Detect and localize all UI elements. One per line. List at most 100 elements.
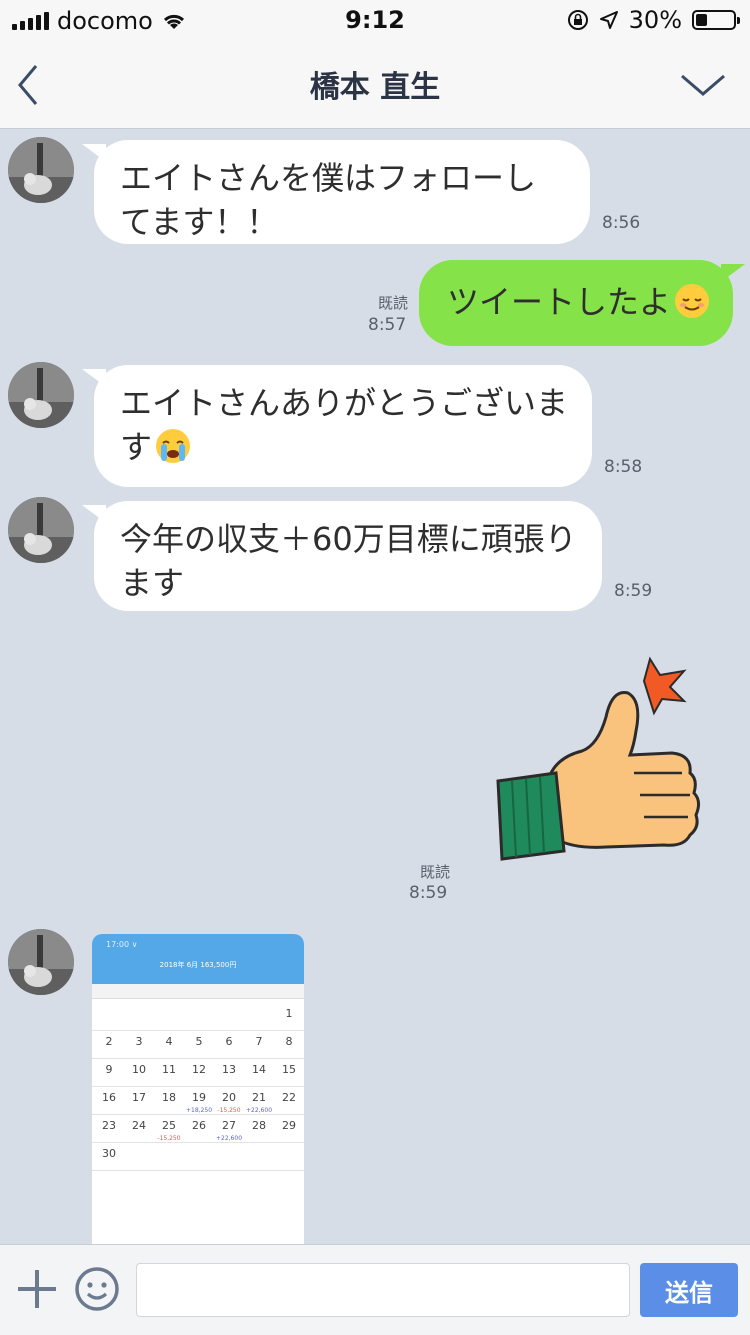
calendar-day: 26: [184, 1116, 214, 1144]
avatar[interactable]: [8, 137, 74, 203]
status-bar: docomo 9:12 30%: [0, 0, 750, 40]
calendar-day: 1: [274, 1004, 304, 1032]
calendar-day-number: 24: [132, 1119, 146, 1132]
menu-toggle-button[interactable]: [678, 64, 728, 104]
calendar-day-number: 20: [222, 1091, 236, 1104]
calendar-day-number: 1: [285, 1007, 293, 1020]
calendar-day-number: 18: [162, 1091, 176, 1104]
calendar-day-number: 8: [285, 1035, 293, 1048]
calendar-day: 9: [94, 1060, 124, 1088]
rotation-lock-icon: [567, 10, 588, 30]
calendar-total: 163,500円: [200, 961, 237, 969]
calendar-day: 29: [274, 1116, 304, 1144]
calendar-weekdays: [92, 984, 304, 999]
calendar-row-divider: [92, 1170, 304, 1171]
calendar-day-number: 9: [105, 1063, 113, 1076]
calendar-day-number: 2: [105, 1035, 113, 1048]
message-time: 8:56: [602, 213, 641, 233]
calendar-header: 17:00 ∨ 2018年 6月 163,500円: [92, 934, 304, 984]
calendar-day: 12: [184, 1060, 214, 1088]
crying-face-icon: [156, 429, 191, 463]
calendar-day: 22: [274, 1088, 304, 1116]
message-text: 今年の収支＋60万目標に頑張ります: [120, 520, 577, 602]
avatar[interactable]: [8, 497, 74, 563]
calendar-screenshot-image[interactable]: 17:00 ∨ 2018年 6月 163,500円 1 2 3 4 5 6 7 8 9 10 11 1…: [92, 934, 304, 1244]
read-receipt: 既読: [419, 863, 450, 881]
calendar-row-divider: [92, 1114, 304, 1115]
chat-area[interactable]: エイトさんを僕はフォローしてます！！ 8:56 既読 8:57 ツイートしたよ …: [0, 129, 750, 1244]
calendar-day: 18: [154, 1088, 184, 1116]
calendar-day: 27 +22,600: [214, 1116, 244, 1144]
chat-title: 橋本 直生: [309, 70, 441, 105]
calendar-title: 2018年 6月 163,500円: [92, 960, 304, 970]
calendar-day: 19 +18,250: [184, 1088, 214, 1116]
location-icon: [599, 11, 618, 29]
calendar-day-number: 6: [225, 1035, 233, 1048]
calendar-day-number: 3: [135, 1035, 143, 1048]
chat-header: 橋本 直生: [0, 40, 750, 129]
thumbs-up-sticker[interactable]: [494, 655, 704, 873]
calendar-day-number: 23: [102, 1119, 116, 1132]
calendar-day: 2: [94, 1032, 124, 1060]
message-time: 8:59: [409, 883, 448, 903]
calendar-row-divider: [92, 1142, 304, 1143]
calendar-row-divider: [92, 1058, 304, 1059]
calendar-day-number: 30: [102, 1147, 116, 1160]
message-text: ツイートしたよ: [447, 283, 672, 321]
calendar-day-number: 29: [282, 1119, 296, 1132]
calendar-day-number: 5: [195, 1035, 203, 1048]
plus-button[interactable]: [16, 1268, 58, 1310]
calendar-day-number: 16: [102, 1091, 116, 1104]
calendar-day: 13: [214, 1060, 244, 1088]
message-input[interactable]: [136, 1263, 630, 1317]
smile-icon: [75, 1267, 119, 1311]
calendar-status: 17:00 ∨: [106, 940, 138, 949]
message-time: 8:57: [368, 315, 407, 335]
calendar-day: 23: [94, 1116, 124, 1144]
calendar-day-number: 12: [192, 1063, 206, 1076]
calendar-day: 4: [154, 1032, 184, 1060]
calendar-day-number: 19: [192, 1091, 206, 1104]
calendar-day-number: 27: [222, 1119, 236, 1132]
avatar[interactable]: [8, 929, 74, 995]
calendar-month: 2018年 6月: [159, 961, 199, 969]
chevron-down-icon: [681, 74, 725, 96]
calendar-day: 11: [154, 1060, 184, 1088]
message-bubble[interactable]: 今年の収支＋60万目標に頑張ります: [82, 501, 602, 611]
calendar-day: 16: [94, 1088, 124, 1116]
calendar-day: 24: [124, 1116, 154, 1144]
calendar-day-number: 7: [255, 1035, 263, 1048]
calendar-day-number: 10: [132, 1063, 146, 1076]
status-right: 30%: [567, 6, 740, 34]
calendar-day: 3: [124, 1032, 154, 1060]
calendar-day: 14: [244, 1060, 274, 1088]
message-bubble[interactable]: エイトさんありがとうございます: [82, 365, 592, 487]
calendar-day: 25 -15,250: [154, 1116, 184, 1144]
battery-icon: [692, 10, 740, 30]
send-button[interactable]: 送信: [640, 1263, 738, 1317]
avatar[interactable]: [8, 362, 74, 428]
message-time: 8:59: [614, 581, 653, 601]
calendar-day: 6: [214, 1032, 244, 1060]
calendar-day-number: 17: [132, 1091, 146, 1104]
message-bubble[interactable]: エイトさんを僕はフォローしてます！！: [82, 140, 590, 244]
calendar-day: 21 +22,600: [244, 1088, 274, 1116]
calendar-day-number: 15: [282, 1063, 296, 1076]
calendar-day: 17: [124, 1088, 154, 1116]
calendar-day-number: 25: [162, 1119, 176, 1132]
calendar-day: 30: [94, 1144, 124, 1172]
calendar-day-number: 11: [162, 1063, 176, 1076]
battery-percent: 30%: [628, 6, 682, 34]
read-receipt: 既読: [377, 294, 408, 312]
calendar-day-number: 13: [222, 1063, 236, 1076]
calendar-row-divider: [92, 1086, 304, 1087]
plus-icon: [18, 1270, 56, 1308]
input-bar: 送信: [0, 1244, 750, 1335]
emoji-button[interactable]: [74, 1266, 120, 1312]
calendar-row-divider: [92, 1030, 304, 1031]
relieved-face-icon: [675, 284, 710, 318]
calendar-day-number: 26: [192, 1119, 206, 1132]
calendar-day: 20 -15,250: [214, 1088, 244, 1116]
message-bubble[interactable]: ツイートしたよ: [419, 260, 745, 346]
calendar-day: 8: [274, 1032, 304, 1060]
